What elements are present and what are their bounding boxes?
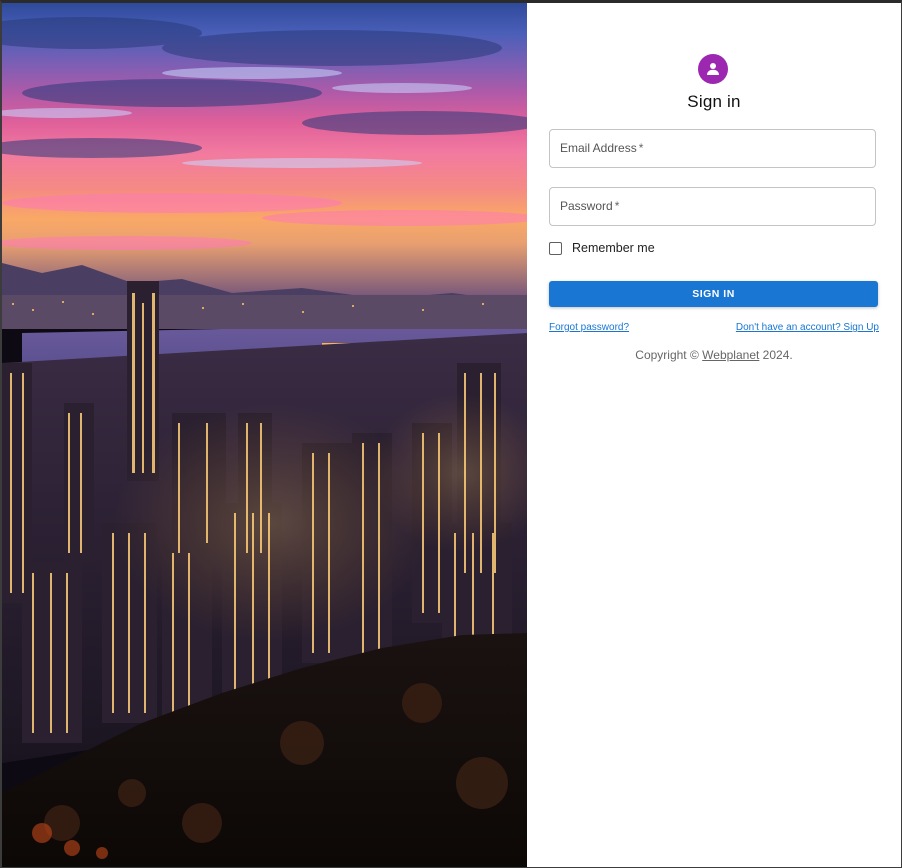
- password-label: Password *: [560, 199, 620, 213]
- sign-in-button[interactable]: SIGN IN: [549, 281, 878, 307]
- hero-image: [2, 3, 527, 867]
- brand-link[interactable]: Webplanet: [702, 348, 759, 362]
- city-skyline-night-photo: [2, 3, 527, 867]
- signin-panel: Sign in Email Address * Password * Remembe…: [527, 3, 901, 867]
- browser-window: Sign in Email Address * Password * Remembe…: [0, 0, 902, 868]
- remember-me[interactable]: Remember me: [549, 241, 655, 255]
- forgot-password-link[interactable]: Forgot password?: [549, 322, 629, 333]
- page-title: Sign in: [687, 92, 741, 111]
- avatar: [698, 54, 728, 84]
- copyright: Copyright © Webplanet 2024.: [635, 348, 793, 362]
- sign-up-link[interactable]: Don't have an account? Sign Up: [736, 322, 879, 333]
- email-label: Email Address *: [560, 141, 644, 155]
- person-icon: [707, 63, 719, 75]
- remember-label: Remember me: [572, 241, 655, 255]
- password-field[interactable]: Password *: [549, 187, 876, 226]
- remember-checkbox[interactable]: [549, 241, 562, 255]
- email-field[interactable]: Email Address *: [549, 129, 876, 168]
